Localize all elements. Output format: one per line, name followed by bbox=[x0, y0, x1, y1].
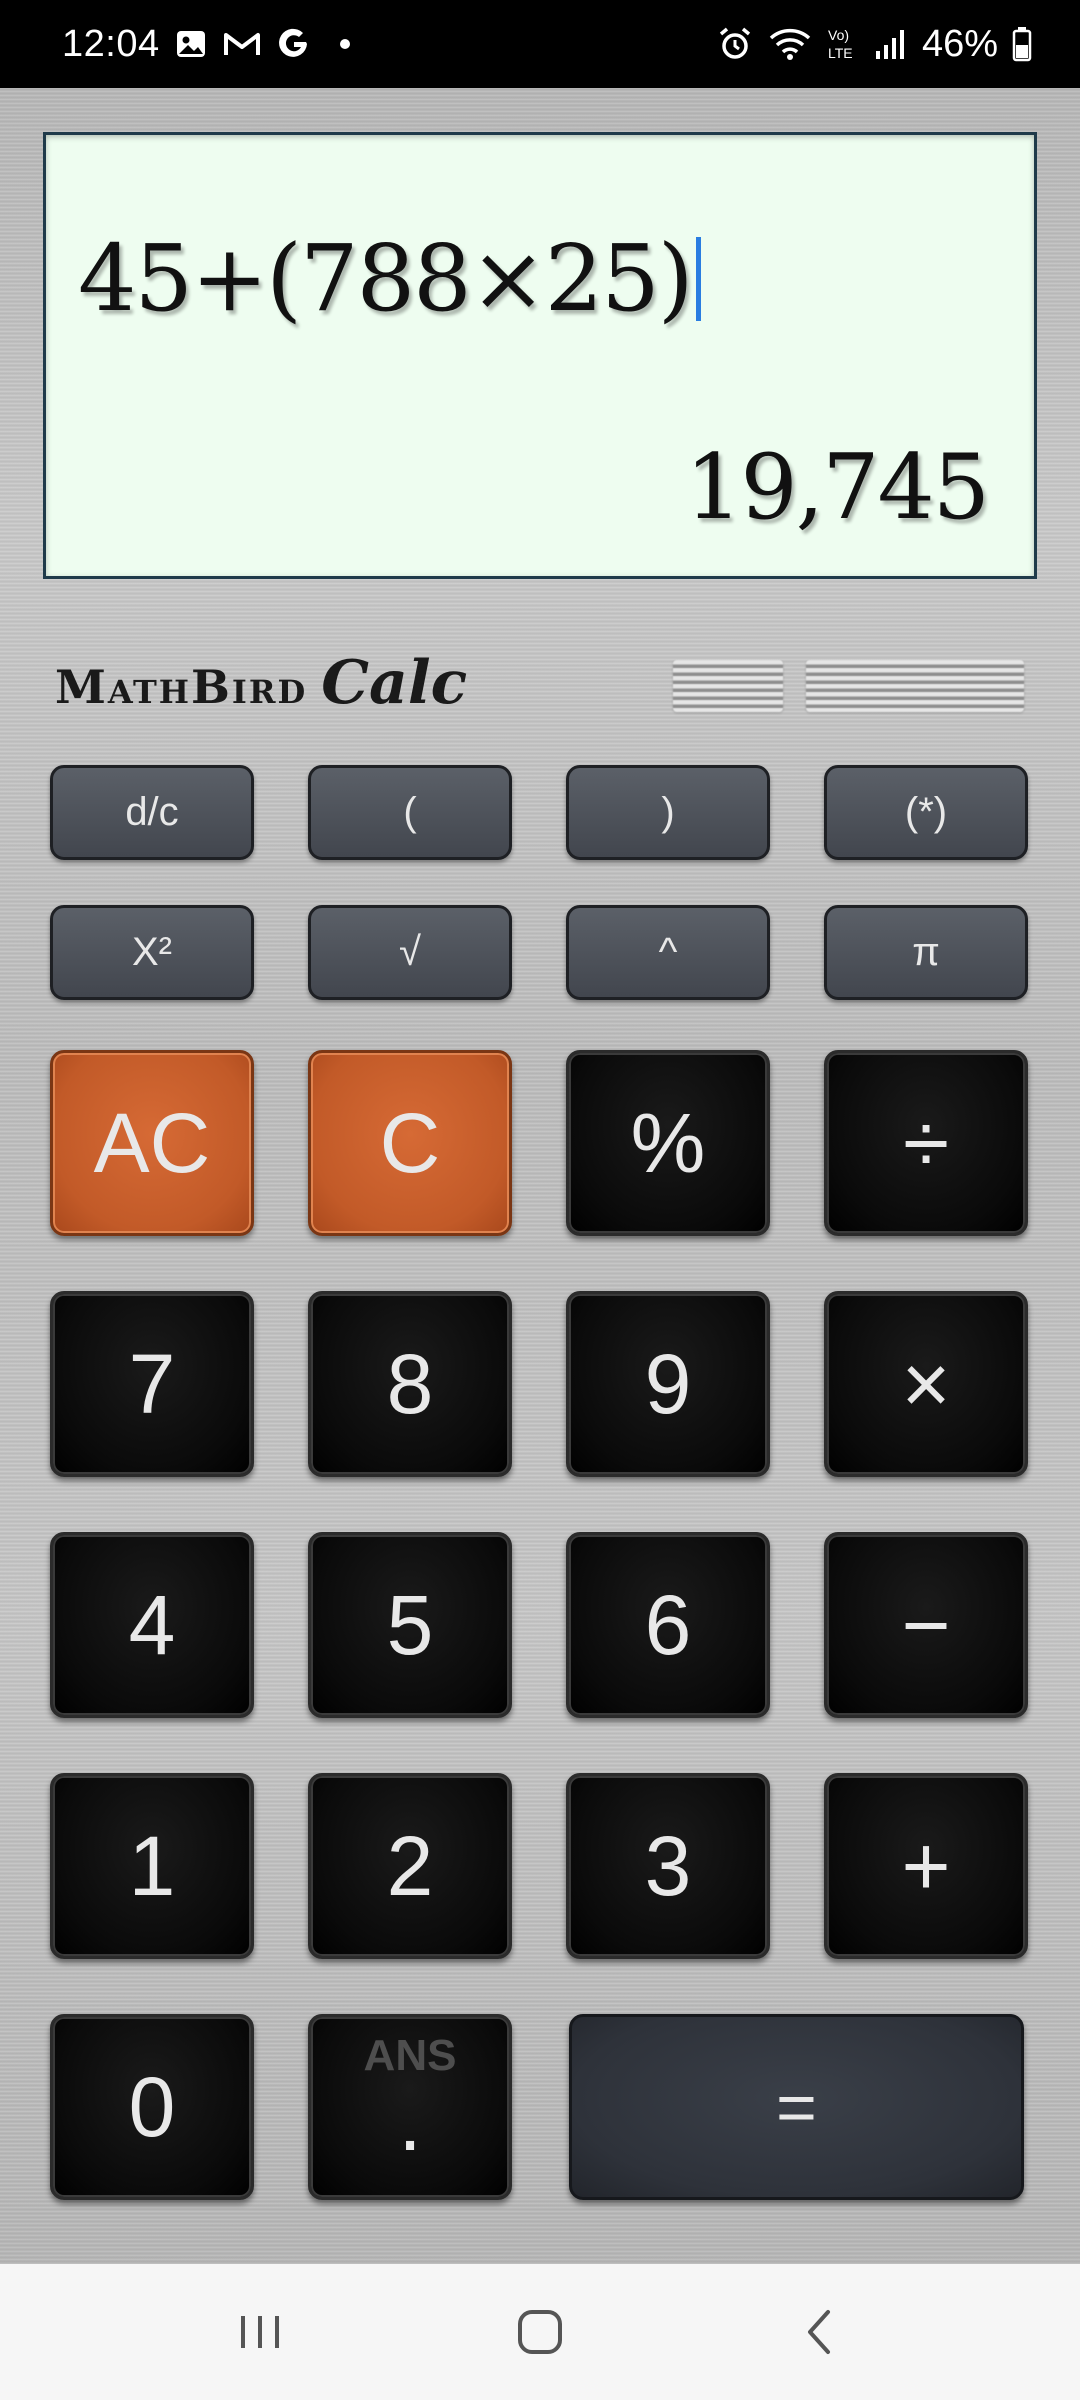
digit-7-button[interactable]: 7 bbox=[50, 1291, 254, 1477]
square-button[interactable]: X² bbox=[50, 905, 254, 1000]
calculator-display[interactable]: 45+(788×25) 19,745 bbox=[43, 132, 1037, 579]
text-cursor bbox=[695, 236, 701, 321]
decimal-ans-button[interactable]: ANS . bbox=[308, 2014, 512, 2200]
digit-3-button[interactable]: 3 bbox=[566, 1773, 770, 1959]
gmail-icon bbox=[222, 27, 262, 61]
status-left: 12:04 bbox=[62, 23, 350, 66]
equals-button[interactable]: = bbox=[569, 2014, 1024, 2200]
status-time: 12:04 bbox=[62, 22, 160, 65]
sqrt-button[interactable]: √ bbox=[308, 905, 512, 1000]
digit-9-button[interactable]: 9 bbox=[566, 1291, 770, 1477]
digit-2-button[interactable]: 2 bbox=[308, 1773, 512, 1959]
solar-panel-large bbox=[806, 660, 1024, 712]
status-bar: 12:04 Vo) LTE 46% bbox=[0, 0, 1080, 88]
open-paren-button[interactable]: ( bbox=[308, 765, 512, 860]
wifi-icon bbox=[768, 26, 812, 62]
percent-button[interactable]: % bbox=[566, 1050, 770, 1236]
battery-percent: 46% bbox=[921, 22, 998, 65]
calculator-body: 45+(788×25) 19,745 MathBird Calc d/c ( )… bbox=[0, 88, 1080, 2264]
digit-8-button[interactable]: 8 bbox=[308, 1291, 512, 1477]
home-icon[interactable] bbox=[500, 2292, 580, 2372]
navigation-bar bbox=[0, 2264, 1080, 2400]
signal-icon bbox=[874, 27, 908, 61]
digit-4-button[interactable]: 4 bbox=[50, 1532, 254, 1718]
close-paren-button[interactable]: ) bbox=[566, 765, 770, 860]
digit-0-button[interactable]: 0 bbox=[50, 2014, 254, 2200]
result-text: 19,745 bbox=[685, 435, 990, 540]
svg-text:LTE: LTE bbox=[828, 45, 853, 61]
brand-logo: MathBird Calc bbox=[55, 648, 467, 718]
multiply-button[interactable]: × bbox=[824, 1291, 1028, 1477]
digit-5-button[interactable]: 5 bbox=[308, 1532, 512, 1718]
expression-line[interactable]: 45+(788×25) bbox=[78, 225, 701, 332]
decimal-fraction-button[interactable]: d/c bbox=[50, 765, 254, 860]
all-clear-button[interactable]: AC bbox=[50, 1050, 254, 1236]
power-button[interactable]: ^ bbox=[566, 905, 770, 1000]
plus-button[interactable]: + bbox=[824, 1773, 1028, 1959]
clear-button[interactable]: C bbox=[308, 1050, 512, 1236]
solar-panel-small bbox=[673, 660, 783, 712]
digit-1-button[interactable]: 1 bbox=[50, 1773, 254, 1959]
battery-icon bbox=[1012, 26, 1032, 62]
volte-icon: Vo) LTE bbox=[826, 25, 860, 63]
gallery-icon bbox=[174, 27, 208, 61]
implied-multiply-button[interactable]: (*) bbox=[824, 765, 1028, 860]
svg-text:Vo): Vo) bbox=[828, 27, 849, 43]
recent-apps-icon[interactable] bbox=[220, 2292, 300, 2372]
google-icon bbox=[276, 26, 312, 62]
pi-button[interactable]: π bbox=[824, 905, 1028, 1000]
digit-6-button[interactable]: 6 bbox=[566, 1532, 770, 1718]
brand-sub: Calc bbox=[321, 648, 468, 718]
notification-dot-icon bbox=[339, 39, 350, 49]
divide-button[interactable]: ÷ bbox=[824, 1050, 1028, 1236]
expression-text: 45+(788×25) bbox=[78, 225, 694, 332]
minus-button[interactable]: − bbox=[824, 1532, 1028, 1718]
status-right: Vo) LTE 46% bbox=[716, 23, 1032, 66]
brand-name: MathBird bbox=[55, 660, 308, 714]
alarm-icon bbox=[716, 25, 754, 63]
back-icon[interactable] bbox=[780, 2292, 860, 2372]
decimal-point-label: . bbox=[398, 2073, 422, 2168]
